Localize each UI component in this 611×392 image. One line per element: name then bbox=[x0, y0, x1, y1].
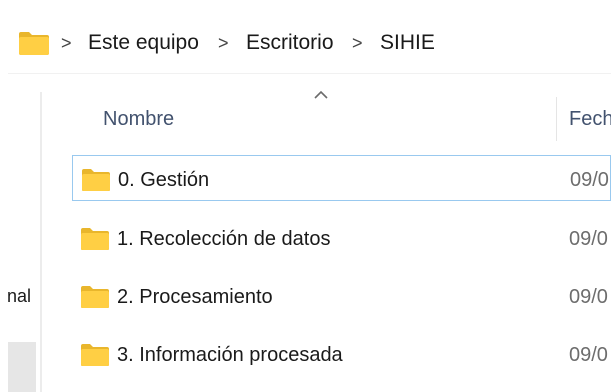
breadcrumb-separator[interactable]: > bbox=[61, 31, 72, 55]
folder-icon bbox=[81, 168, 111, 197]
file-date: 09/0 bbox=[570, 169, 609, 191]
file-name: 2. Procesamiento bbox=[117, 286, 273, 308]
file-row-recoleccion[interactable]: 1. Recolección de datos 09/0 bbox=[72, 215, 611, 261]
folder-icon bbox=[80, 343, 110, 372]
pane-splitter[interactable] bbox=[40, 92, 42, 392]
breadcrumb-separator[interactable]: > bbox=[218, 31, 229, 55]
file-explorer-window: > Este equipo > Escritorio > SIHIE nal N… bbox=[0, 0, 611, 392]
file-row-gestion[interactable]: 0. Gestión 09/0 bbox=[72, 155, 611, 201]
sort-ascending-icon bbox=[313, 88, 329, 102]
address-bar[interactable]: > Este equipo > Escritorio > SIHIE bbox=[0, 12, 611, 70]
file-row-informacion-procesada[interactable]: 3. Información procesada 09/0 bbox=[72, 331, 611, 377]
breadcrumb-separator[interactable]: > bbox=[352, 31, 363, 55]
folder-icon bbox=[80, 227, 110, 256]
file-date: 09/0 bbox=[569, 228, 608, 250]
folder-icon bbox=[18, 30, 50, 61]
column-header-date[interactable]: Fech bbox=[569, 107, 611, 131]
breadcrumb-este-equipo[interactable]: Este equipo bbox=[88, 31, 199, 55]
folder-icon bbox=[80, 285, 110, 314]
nav-item-label[interactable]: nal bbox=[7, 285, 31, 307]
file-name: 0. Gestión bbox=[118, 169, 210, 191]
nav-scrollbar[interactable] bbox=[8, 342, 36, 392]
file-name: 1. Recolección de datos bbox=[117, 228, 331, 250]
breadcrumb-escritorio[interactable]: Escritorio bbox=[246, 31, 334, 55]
column-header-name[interactable]: Nombre bbox=[103, 107, 174, 131]
file-name: 3. Información procesada bbox=[117, 344, 343, 366]
file-date: 09/0 bbox=[569, 344, 608, 366]
file-row-procesamiento[interactable]: 2. Procesamiento 09/0 bbox=[72, 273, 611, 319]
file-date: 09/0 bbox=[569, 286, 608, 308]
toolbar-divider bbox=[8, 73, 611, 74]
breadcrumb-sihie[interactable]: SIHIE bbox=[380, 31, 435, 55]
column-resize-handle[interactable] bbox=[556, 97, 557, 141]
